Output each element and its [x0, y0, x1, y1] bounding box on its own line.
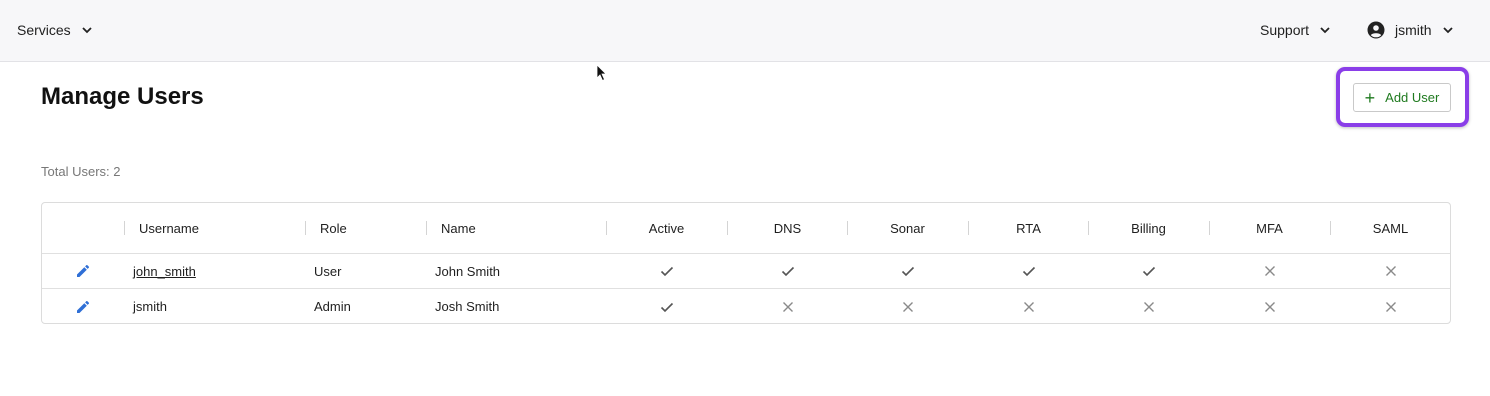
close-icon — [902, 301, 913, 312]
column-separator — [426, 221, 427, 235]
user-menu-label: jsmith — [1395, 22, 1432, 38]
column-header-billing[interactable]: Billing — [1088, 203, 1209, 253]
page-title: Manage Users — [41, 83, 204, 110]
table-row: jsmith Admin Josh Smith — [42, 289, 1450, 323]
role-cell: Admin — [314, 299, 351, 314]
username-link[interactable]: john_smith — [133, 254, 313, 288]
support-menu[interactable]: Support — [1260, 18, 1331, 42]
edit-user-button[interactable] — [42, 289, 124, 323]
flag-cell — [1330, 254, 1450, 288]
column-header-saml[interactable]: SAML — [1330, 203, 1450, 253]
name-cell: Josh Smith — [435, 299, 500, 314]
flag-cell — [968, 289, 1089, 323]
top-navigation-bar: Services Support jsmith — [0, 0, 1490, 62]
close-icon — [1264, 266, 1275, 276]
flag-cell — [606, 289, 727, 323]
close-icon — [1264, 301, 1275, 312]
flag-cell — [968, 254, 1089, 288]
chevron-down-icon — [82, 27, 92, 34]
table-row: john_smith User John Smith — [42, 254, 1450, 289]
table-header-row: Username Role Name Active DNS Sonar RTA … — [42, 203, 1450, 254]
flag-cell — [1088, 254, 1209, 288]
username-cell: jsmith — [133, 299, 167, 314]
add-user-button[interactable]: + Add User — [1353, 83, 1451, 112]
flag-cell — [606, 254, 727, 288]
flag-cell — [847, 289, 968, 323]
close-icon — [1385, 301, 1396, 312]
close-icon — [782, 301, 793, 312]
check-icon — [901, 266, 914, 277]
chevron-down-icon — [1442, 27, 1453, 34]
flag-cell — [1209, 289, 1330, 323]
name-cell: John Smith — [435, 263, 501, 279]
pencil-icon — [77, 264, 90, 277]
support-menu-label: Support — [1260, 22, 1310, 38]
username-text[interactable]: john_smith — [133, 264, 196, 279]
close-icon — [1023, 301, 1034, 312]
close-icon — [1143, 301, 1154, 312]
services-menu[interactable]: Services — [17, 18, 93, 42]
check-icon — [1142, 266, 1155, 277]
flag-cell — [1088, 289, 1209, 323]
mouse-cursor-icon — [596, 64, 607, 82]
users-table: Username Role Name Active DNS Sonar RTA … — [41, 202, 1451, 324]
column-header-rta[interactable]: RTA — [968, 203, 1089, 253]
account-circle-icon — [1367, 21, 1385, 39]
flag-cell — [1330, 289, 1450, 323]
column-header-dns[interactable]: DNS — [727, 203, 848, 253]
column-separator — [124, 221, 125, 235]
check-icon — [1022, 266, 1035, 277]
column-separator — [305, 221, 306, 235]
check-icon — [660, 302, 673, 312]
column-header-mfa[interactable]: MFA — [1209, 203, 1330, 253]
edit-user-button[interactable] — [42, 254, 124, 288]
add-user-label: Add User — [1385, 90, 1440, 105]
flag-cell — [727, 254, 848, 288]
pencil-icon — [77, 300, 90, 313]
column-header-active[interactable]: Active — [606, 203, 727, 253]
role-cell: User — [314, 263, 342, 279]
services-menu-label: Services — [17, 22, 71, 38]
total-users-count: Total Users: 2 — [41, 164, 121, 179]
flag-cell — [727, 289, 848, 323]
plus-icon: + — [1364, 87, 1376, 108]
check-icon — [660, 266, 673, 277]
check-icon — [781, 266, 794, 277]
chevron-down-icon — [1320, 27, 1330, 34]
flag-cell — [847, 254, 968, 288]
column-header-role[interactable]: Role — [320, 203, 440, 253]
close-icon — [1385, 266, 1396, 276]
user-menu[interactable]: jsmith — [1367, 18, 1454, 42]
column-header-sonar[interactable]: Sonar — [847, 203, 968, 253]
column-header-username[interactable]: Username — [139, 203, 319, 253]
flag-cell — [1209, 254, 1330, 288]
